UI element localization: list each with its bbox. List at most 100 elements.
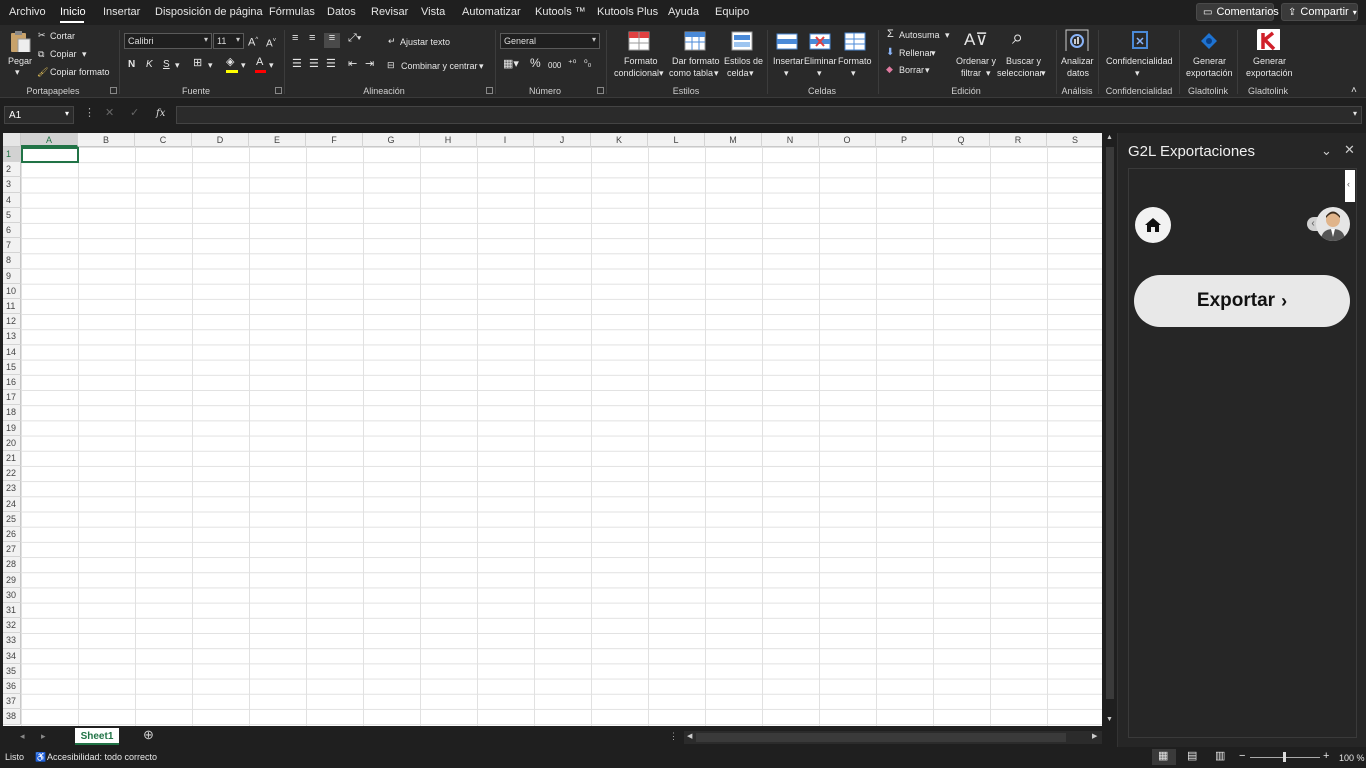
column-header-i[interactable]: I [477,133,534,147]
borders-icon[interactable]: ⊞ [193,58,202,69]
analyze-data-label-2[interactable]: datos [1067,68,1089,79]
align-left-icon[interactable]: ☰ [292,59,302,70]
scroll-right-icon[interactable]: ▶ [1092,732,1097,740]
row-header-32[interactable]: 32 [3,618,21,634]
tab-insertar[interactable]: Insertar [103,6,140,18]
column-header-l[interactable]: L [648,133,705,147]
row-header-33[interactable]: 33 [3,633,21,649]
number-launcher-icon[interactable] [597,87,604,94]
tab-formulas[interactable]: Fórmulas [269,6,315,18]
enter-icon[interactable]: ✓ [130,108,139,119]
increase-font-icon[interactable]: A^ [248,35,258,49]
align-center-icon[interactable]: ☰ [309,59,319,70]
row-header-13[interactable]: 13 [3,329,21,345]
insert-cells-button[interactable]: Insertar [773,56,804,67]
increase-decimal-icon[interactable]: ⁺⁰ [568,58,576,69]
column-header-m[interactable]: M [705,133,762,147]
fill-color-chevron-icon[interactable]: ▾ [241,60,246,71]
close-icon[interactable]: ✕ [1344,142,1355,158]
zoom-slider-thumb[interactable] [1283,752,1286,762]
scroll-left-icon[interactable]: ◀ [687,732,692,740]
home-button[interactable] [1135,207,1171,243]
column-header-h[interactable]: H [420,133,477,147]
align-middle-icon[interactable]: ≡ [309,33,315,44]
row-header-10[interactable]: 10 [3,284,21,299]
conditional-format-label[interactable]: Formato [624,56,658,67]
user-avatar[interactable] [1316,207,1350,241]
row-header-6[interactable]: 6 [3,223,21,239]
italic-button[interactable]: K [146,59,153,70]
align-top-icon[interactable]: ≡ [292,33,298,44]
accounting-icon[interactable]: ▦▾ [503,59,519,70]
tab-kutools[interactable]: Kutools ™ [535,6,586,18]
prev-sheet-icon[interactable]: ◂ [20,731,25,742]
add-sheet-icon[interactable]: ⊕ [143,728,154,741]
row-header-23[interactable]: 23 [3,481,21,497]
font-color-icon[interactable]: A [256,57,263,68]
row-header-17[interactable]: 17 [3,390,21,406]
cut-button[interactable]: Cortar [50,31,75,42]
copy-chevron-icon[interactable]: ▾ [82,49,87,60]
row-header-4[interactable]: 4 [3,193,21,208]
row-header-30[interactable]: 30 [3,588,21,603]
row-header-35[interactable]: 35 [3,664,21,679]
autosum-button[interactable]: Autosuma [899,30,940,41]
row-header-7[interactable]: 7 [3,238,21,254]
scroll-thumb[interactable] [1106,147,1114,699]
select-all-button[interactable] [3,133,21,147]
splitter-icon[interactable]: ⋮ [669,731,678,742]
row-header-37[interactable]: 37 [3,694,21,710]
column-header-g[interactable]: G [363,133,420,147]
column-header-j[interactable]: J [534,133,591,147]
alignment-launcher-icon[interactable] [486,87,493,94]
row-header-8[interactable]: 8 [3,253,21,269]
row-header-25[interactable]: 25 [3,512,21,527]
format-as-table-label-2[interactable]: como tabla [669,68,713,79]
font-launcher-icon[interactable] [275,87,282,94]
zoom-level[interactable]: 100 % [1339,753,1365,764]
cell-area[interactable] [21,147,1102,726]
thousands-button[interactable]: 000 [548,60,561,71]
row-header-21[interactable]: 21 [3,451,21,467]
horizontal-scrollbar[interactable]: ◀ ▶ [684,731,1102,744]
column-header-p[interactable]: P [876,133,933,147]
row-header-5[interactable]: 5 [3,208,21,223]
generate-export-label-2b[interactable]: exportación [1246,68,1293,79]
sort-filter-label[interactable]: Ordenar y [956,56,996,67]
tab-automatizar[interactable]: Automatizar [462,6,521,18]
more-options-icon[interactable]: ⋮ [84,108,95,119]
next-sheet-icon[interactable]: ▸ [41,731,46,742]
tab-revisar[interactable]: Revisar [371,6,408,18]
format-cells-button[interactable]: Formato [838,56,872,67]
name-box[interactable]: A1 ▾ [4,106,74,124]
hscroll-thumb[interactable] [696,733,1066,742]
fill-button[interactable]: Rellenar [899,48,933,59]
column-header-o[interactable]: O [819,133,876,147]
row-header-24[interactable]: 24 [3,497,21,512]
scroll-down-icon[interactable]: ▼ [1106,716,1113,723]
row-header-16[interactable]: 16 [3,375,21,391]
row-header-11[interactable]: 11 [3,299,21,315]
export-button[interactable]: Exportar › [1134,275,1350,327]
decrease-font-icon[interactable]: A˅ [266,36,276,49]
confidentiality-button[interactable]: Confidencialidad [1106,56,1173,67]
orientation-icon[interactable]: ⤢▾ [348,33,361,44]
row-header-12[interactable]: 12 [3,314,21,330]
clipboard-launcher-icon[interactable] [110,87,117,94]
underline-button[interactable]: S [163,59,170,70]
analyze-data-button[interactable]: Analizar [1061,56,1094,67]
column-header-f[interactable]: F [306,133,363,147]
underline-chevron-icon[interactable]: ▾ [175,60,180,71]
row-header-14[interactable]: 14 [3,345,21,360]
tab-vista[interactable]: Vista [421,6,445,18]
tab-datos[interactable]: Datos [327,6,356,18]
row-header-34[interactable]: 34 [3,649,21,664]
percent-button[interactable]: % [530,57,541,69]
decrease-decimal-icon[interactable]: ⁰₀ [584,58,591,69]
row-header-29[interactable]: 29 [3,573,21,588]
row-header-2[interactable]: 2 [3,162,21,178]
row-header-3[interactable]: 3 [3,177,21,193]
row-header-36[interactable]: 36 [3,679,21,695]
column-header-k[interactable]: K [591,133,648,147]
column-header-n[interactable]: N [762,133,819,147]
